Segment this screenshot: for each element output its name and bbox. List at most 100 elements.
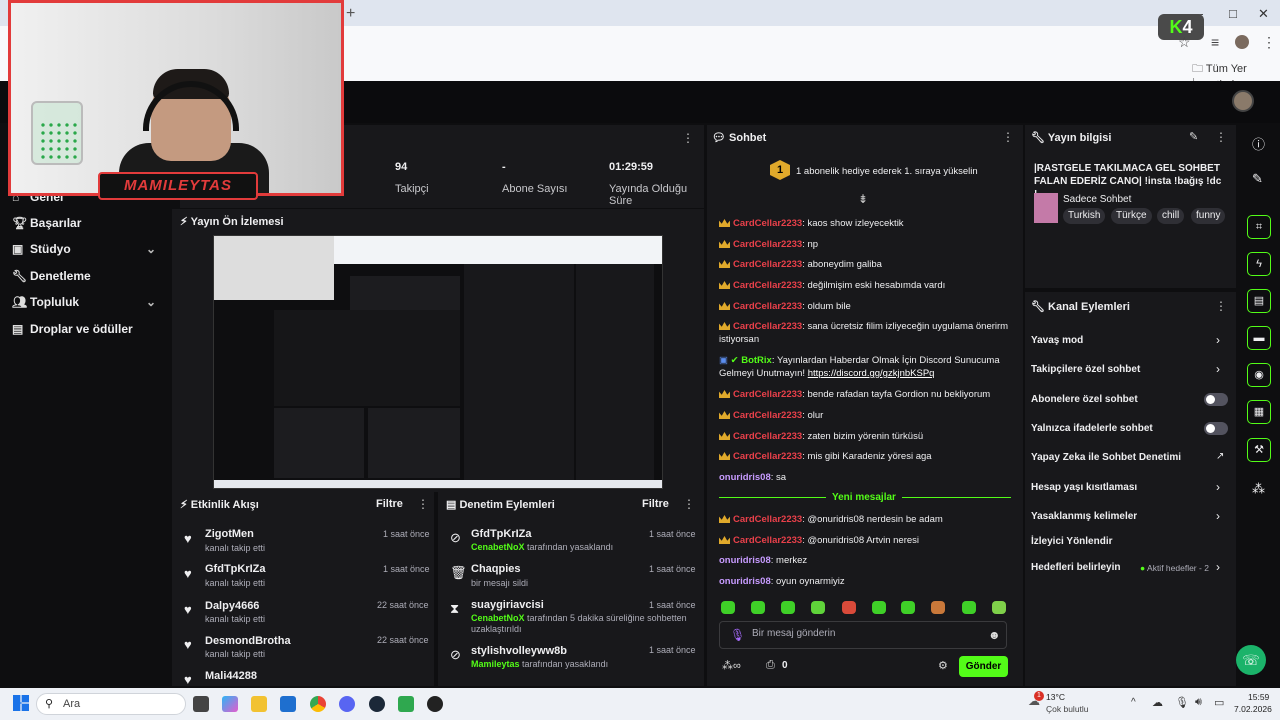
activity-name[interactable]: GfdTpKrIZa	[205, 563, 266, 575]
pinned-toggle-icon[interactable]: ⇟	[858, 192, 868, 206]
reading-list-icon[interactable]: ≡	[1211, 34, 1219, 50]
chevron-right-icon[interactable]: ›	[1216, 333, 1220, 347]
layout-icon[interactable]: ▦	[1247, 400, 1271, 424]
moderation-target[interactable]: suaygiriavcisi	[471, 599, 544, 611]
action-raid[interactable]: İzleyici Yönlendir	[1031, 536, 1113, 547]
bookmark-star-icon[interactable]: ☆	[1178, 34, 1191, 51]
action-slow-mode[interactable]: Yavaş mod	[1031, 335, 1083, 346]
lightning-icon[interactable]: ϟ	[1247, 252, 1271, 276]
gift-promo-text[interactable]: 1 abonelik hediye ederek 1. sıraya yükse…	[796, 166, 978, 177]
chevron-right-icon[interactable]: ›	[1216, 362, 1220, 376]
close-window-button[interactable]: ✕	[1258, 6, 1269, 22]
stream-info-menu-icon[interactable]: ⋮	[1215, 130, 1227, 144]
activity-name[interactable]: Mali44288	[205, 670, 257, 682]
activity-filter-button[interactable]: Filtre	[376, 498, 403, 510]
chat-message-input[interactable]	[752, 628, 972, 639]
chrome-icon[interactable]	[310, 696, 326, 712]
action-ai-moderation[interactable]: Yapay Zeka ile Sohbet Denetimi	[1031, 452, 1181, 463]
nav-item-achievements[interactable]: 🏆︎ Başarılar	[12, 216, 81, 230]
edit-icon[interactable]: ✎	[1252, 171, 1263, 187]
moderation-filter-button[interactable]: Filtre	[642, 498, 669, 510]
obs-icon[interactable]	[427, 696, 443, 712]
emoji-picker-icon[interactable]: ☻	[988, 628, 1001, 642]
emote-icon[interactable]	[992, 601, 1006, 614]
help-support-icon[interactable]: ☏	[1236, 645, 1266, 675]
action-followers-only[interactable]: Takipçilere özel sohbet	[1031, 364, 1140, 375]
emote-icon[interactable]	[811, 601, 825, 614]
nav-item-community[interactable]: 👥︎ Topluluk ⌄	[12, 295, 162, 309]
emote-icon[interactable]	[721, 601, 735, 614]
gift-icon[interactable]: ⎙	[766, 659, 775, 672]
copilot-icon[interactable]	[222, 696, 238, 712]
file-explorer-icon[interactable]	[251, 696, 267, 712]
tag-funny[interactable]: funny	[1191, 208, 1226, 224]
tag-chill[interactable]: chill	[1157, 208, 1185, 224]
action-account-age[interactable]: Hesap yaşı kısıtlaması	[1031, 482, 1137, 493]
moderation-menu-icon[interactable]: ⋮	[683, 497, 695, 511]
tray-chevron-icon[interactable]: ^	[1131, 697, 1136, 708]
steam-icon[interactable]	[369, 696, 385, 712]
store-icon[interactable]	[280, 696, 296, 712]
edit-icon[interactable]: ✎	[1189, 130, 1198, 143]
chevron-right-icon[interactable]: ›	[1216, 509, 1220, 523]
nav-item-moderation[interactable]: 🔧︎ Denetleme	[12, 269, 91, 283]
tag-turkish[interactable]: Turkish	[1063, 208, 1106, 224]
volume-icon[interactable]: 🔊︎	[1195, 696, 1202, 709]
moderation-target[interactable]: GfdTpKrIZa	[471, 528, 532, 540]
chevron-right-icon[interactable]: ›	[1216, 480, 1220, 494]
action-banned-words[interactable]: Yasaklanmış kelimeler	[1031, 511, 1137, 522]
chat-bubble-icon[interactable]: ▬	[1247, 326, 1271, 350]
emote-icon[interactable]	[901, 601, 915, 614]
notepad-icon[interactable]	[398, 696, 414, 712]
channel-actions-menu-icon[interactable]: ⋮	[1215, 299, 1227, 313]
mic-icon[interactable]: 🎙︎	[730, 628, 745, 642]
maximize-button[interactable]: □	[1229, 6, 1237, 21]
wrench-icon[interactable]: ⚒	[1247, 438, 1271, 462]
stats-menu-icon[interactable]: ⋮	[682, 131, 694, 145]
info-icon[interactable]: ⓘ	[1252, 134, 1265, 153]
send-button[interactable]: Gönder	[959, 656, 1008, 677]
clip-icon[interactable]: ⌗	[1247, 215, 1271, 239]
chat-input-box[interactable]: 🎙︎ ☻	[719, 621, 1007, 649]
emote-icon[interactable]	[931, 601, 945, 614]
emote-icon[interactable]	[751, 601, 765, 614]
stream-category[interactable]: Sadece Sohbet	[1063, 194, 1131, 205]
broadcast-icon[interactable]: ◉	[1247, 363, 1271, 387]
taskbar-search[interactable]: ⚲ Ara	[36, 693, 186, 715]
moderation-target[interactable]: stylishvolleyww8b	[471, 645, 567, 657]
profile-avatar-icon[interactable]	[1235, 35, 1249, 49]
stream-preview-video[interactable]	[213, 235, 663, 489]
users-icon[interactable]: ⁂	[1252, 481, 1265, 497]
network-icon[interactable]: ▭	[1214, 696, 1224, 709]
activity-menu-icon[interactable]: ⋮	[417, 497, 429, 511]
user-avatar[interactable]	[1232, 90, 1254, 112]
emote-only-toggle[interactable]	[1204, 422, 1228, 435]
browser-menu-icon[interactable]: ⋮	[1262, 34, 1276, 51]
emote-icon[interactable]	[781, 601, 795, 614]
category-thumbnail[interactable]	[1034, 193, 1058, 223]
emote-icon[interactable]	[842, 601, 856, 614]
action-goals[interactable]: Hedefleri belirleyin	[1031, 562, 1120, 573]
chevron-right-icon[interactable]: ›	[1216, 560, 1220, 574]
external-link-icon[interactable]: ↗	[1216, 451, 1224, 462]
chat-settings-icon[interactable]: ⚙	[938, 659, 948, 672]
subscribers-only-toggle[interactable]	[1204, 393, 1228, 406]
nav-item-studio[interactable]: ▣ Stüdyo ⌄	[12, 242, 162, 256]
clock-time[interactable]: 15:59	[1248, 692, 1269, 702]
clock-date[interactable]: 7.02.2026	[1234, 704, 1272, 714]
discord-icon[interactable]	[339, 696, 355, 712]
task-view-icon[interactable]	[193, 696, 209, 712]
new-tab-button[interactable]: +	[346, 5, 355, 23]
activity-name[interactable]: Dalpy4666	[205, 600, 259, 612]
activity-name[interactable]: DesmondBrotha	[205, 635, 291, 647]
emote-icon[interactable]	[872, 601, 886, 614]
infinity-points-icon[interactable]: ⁂∞	[722, 659, 741, 672]
microphone-icon[interactable]: 🎙︎	[1175, 696, 1189, 709]
moderation-target[interactable]: Chaqpies	[471, 563, 521, 575]
onedrive-icon[interactable]: ☁	[1152, 696, 1163, 709]
discord-link[interactable]: https://discord.gg/gzkjnbKSPq	[808, 368, 935, 379]
emote-icon[interactable]	[962, 601, 976, 614]
tag-turkce[interactable]: Türkçe	[1111, 208, 1152, 224]
nav-item-drops[interactable]: ▤ Droplar ve ödüller	[12, 322, 133, 336]
document-icon[interactable]: ▤	[1247, 289, 1271, 313]
